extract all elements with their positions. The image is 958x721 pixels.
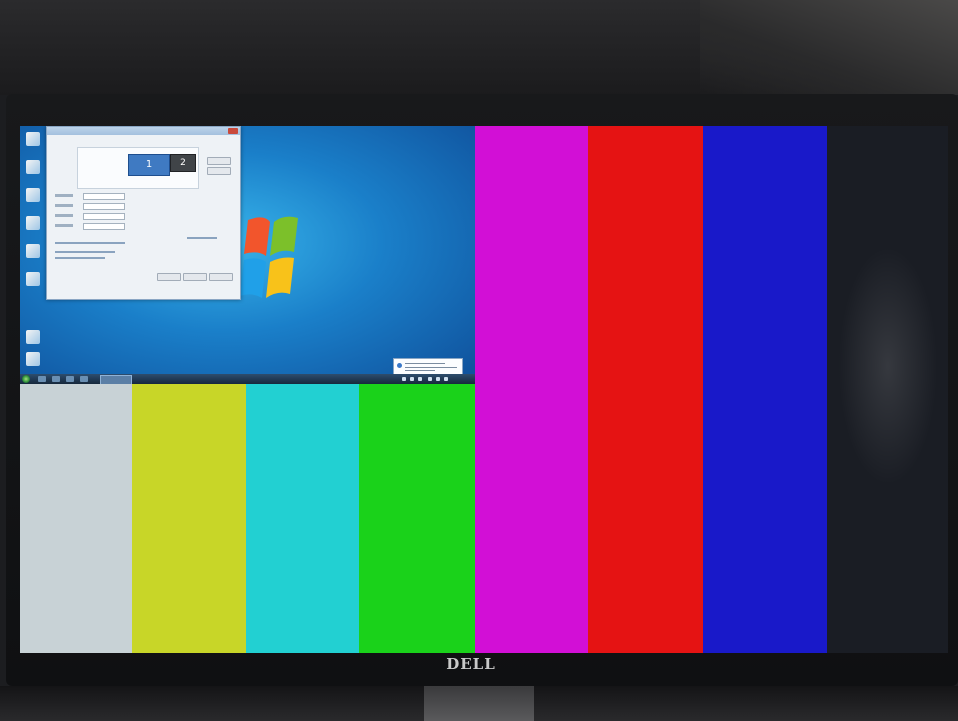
advanced-settings-link[interactable] (187, 237, 217, 239)
text-size-link[interactable] (55, 242, 125, 244)
desktop-icon[interactable] (26, 160, 40, 174)
desktop-icon[interactable] (26, 352, 40, 366)
desktop-icon[interactable] (26, 132, 40, 146)
notification-text-line (405, 367, 457, 368)
notification-balloon[interactable] (393, 358, 463, 375)
display-select[interactable] (83, 193, 125, 200)
windows-start-orb-icon[interactable] (22, 375, 30, 383)
desktop-icon[interactable] (26, 244, 40, 258)
orientation-label (55, 214, 73, 217)
display-row (55, 193, 155, 200)
apply-button[interactable] (209, 273, 233, 281)
color-bar-gray (20, 384, 132, 653)
monitor-1-tile[interactable]: 1 (128, 154, 170, 176)
resolution-label (55, 204, 73, 207)
info-icon (397, 363, 402, 368)
tray-icon[interactable] (428, 377, 432, 381)
detect-button[interactable] (207, 157, 231, 165)
resolution-select[interactable] (83, 203, 125, 210)
cancel-button[interactable] (183, 273, 207, 281)
desktop-icon[interactable] (26, 188, 40, 202)
close-icon[interactable] (228, 128, 238, 134)
desktop-icon[interactable] (26, 216, 40, 230)
orientation-select[interactable] (83, 213, 125, 220)
desktop-icon[interactable] (26, 330, 40, 344)
display-settings-link[interactable] (55, 251, 115, 253)
taskbar-media-icon[interactable] (66, 376, 74, 382)
ok-button[interactable] (157, 273, 181, 281)
monitor-stand (424, 686, 534, 721)
notification-text-line (405, 370, 435, 371)
color-bar-magenta (475, 126, 588, 653)
display-preview-area: 1 2 (77, 147, 199, 189)
taskbar-explorer-icon[interactable] (52, 376, 60, 382)
multiple-displays-label (55, 224, 73, 227)
orientation-row (55, 213, 155, 220)
color-bar-green (359, 384, 475, 653)
monitor-screen: 1 2 (20, 126, 948, 653)
volume-icon[interactable] (444, 377, 448, 381)
multiple-displays-row (55, 223, 155, 230)
monitor-2-tile[interactable]: 2 (170, 154, 196, 172)
dell-logo: DELL (446, 655, 496, 673)
taskbar-app-icon[interactable] (80, 376, 88, 382)
windows-desktop: 1 2 (20, 126, 475, 384)
color-bar-red (588, 126, 703, 653)
tray-icon[interactable] (402, 377, 406, 381)
windows-7-logo-icon (240, 216, 298, 298)
resolution-row (55, 203, 155, 210)
taskbar (20, 374, 475, 384)
color-bar-blue (703, 126, 827, 653)
color-bar-cyan (246, 384, 359, 653)
desktop-icon[interactable] (26, 272, 40, 286)
tray-icon[interactable] (410, 377, 414, 381)
dialog-title-bar[interactable] (47, 127, 240, 135)
desktop-icon-column (23, 128, 45, 300)
tray-icon[interactable] (436, 377, 440, 381)
taskbar-active-window[interactable] (100, 375, 132, 384)
color-bar-yellow (132, 384, 246, 653)
color-bar-dark (827, 126, 948, 653)
tray-icon[interactable] (418, 377, 422, 381)
screen-resolution-dialog: 1 2 (46, 126, 241, 300)
identify-button[interactable] (207, 167, 231, 175)
notification-text-line (405, 363, 445, 364)
taskbar-ie-icon[interactable] (38, 376, 46, 382)
multiple-displays-select[interactable] (83, 223, 125, 230)
room-light-reflection (700, 0, 958, 95)
help-link[interactable] (55, 257, 105, 259)
display-label (55, 194, 73, 197)
